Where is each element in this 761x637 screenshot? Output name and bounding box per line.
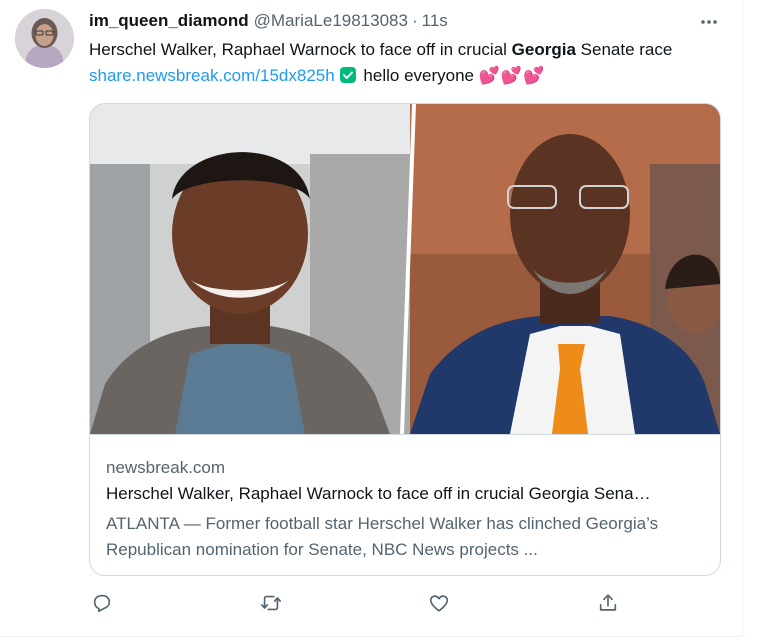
- card-divider: [90, 434, 720, 435]
- retweet-button[interactable]: [258, 590, 284, 616]
- separator-dot: ·: [411, 11, 418, 30]
- avatar[interactable]: [15, 9, 74, 68]
- hearts-emoji: 💕💕💕: [478, 66, 546, 85]
- reply-button[interactable]: [89, 590, 115, 616]
- card-domain: newsbreak.com: [106, 458, 226, 477]
- card-description: ATLANTA — Former football star Herschel …: [106, 514, 659, 559]
- tweet-text-part: Senate race: [575, 40, 673, 59]
- share-icon: [599, 594, 617, 611]
- link-card[interactable]: newsbreak.com Herschel Walker, Raphael W…: [89, 103, 721, 576]
- tweet-actions: [0, 590, 742, 620]
- display-name[interactable]: im_queen_diamond: [89, 11, 249, 31]
- card-image[interactable]: [90, 104, 720, 434]
- more-button[interactable]: [697, 10, 721, 34]
- retweet-icon: [261, 595, 281, 611]
- tweet-text-part: Herschel Walker, Raphael Warnock to face…: [89, 40, 512, 59]
- tweet-header: im_queen_diamond @MariaLe19813083 · 11s: [89, 10, 448, 32]
- tweet-text-bold: Georgia: [511, 40, 576, 59]
- verified-icon: [339, 67, 356, 83]
- tweet[interactable]: im_queen_diamond @MariaLe19813083 · 11s …: [0, 0, 742, 637]
- like-icon: [429, 595, 449, 612]
- timeline-border: [742, 0, 743, 637]
- like-button[interactable]: [426, 590, 452, 616]
- tweet-text: Herschel Walker, Raphael Warnock to face…: [89, 37, 714, 89]
- user-handle[interactable]: @MariaLe19813083: [254, 11, 408, 31]
- more-icon: [701, 20, 717, 24]
- timestamp[interactable]: 11s: [422, 11, 448, 31]
- share-button[interactable]: [595, 590, 621, 616]
- card-title[interactable]: Herschel Walker, Raphael Warnock to face…: [106, 484, 706, 504]
- tweet-text-part: hello everyone: [358, 66, 479, 85]
- tweet-link[interactable]: share.newsbreak.com/15dx825h: [89, 66, 335, 85]
- reply-icon: [93, 594, 111, 613]
